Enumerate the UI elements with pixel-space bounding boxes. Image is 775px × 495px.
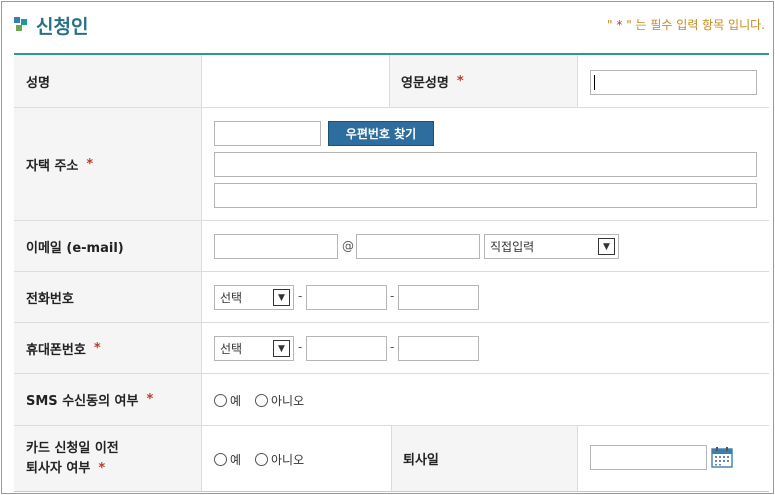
address-line1-input[interactable] <box>214 152 757 177</box>
address-line2-input[interactable] <box>214 183 757 208</box>
email-domain-select[interactable]: 직접입력 ▼ <box>484 234 619 259</box>
postcode-input[interactable] <box>214 121 321 146</box>
row-mobile: 휴대폰번호 * 선택 ▼ - - <box>14 323 769 374</box>
chevron-down-icon: ▼ <box>273 340 290 357</box>
required-note: " * " 는 필수 입력 항목 입니다. <box>607 18 765 32</box>
name-label: 성명 <box>14 55 201 107</box>
row-name: 성명 영문성명 * <box>14 55 769 108</box>
row-address: 자택 주소 * 우편번호 찾기 <box>14 108 769 221</box>
calendar-icon[interactable] <box>711 446 733 468</box>
english-name-input[interactable] <box>590 70 757 95</box>
phone-middle-input[interactable] <box>306 285 387 310</box>
email-id-input[interactable] <box>214 234 338 259</box>
mobile-middle-input[interactable] <box>306 336 387 361</box>
english-name-label: 영문성명 * <box>389 55 577 107</box>
required-star: * <box>146 392 154 407</box>
find-postcode-button[interactable]: 우편번호 찾기 <box>328 121 434 146</box>
resigned-no-radio[interactable]: 아니오 <box>255 451 304 468</box>
required-star: * <box>98 460 106 476</box>
applicant-form-panel: 신청인 " * " 는 필수 입력 항목 입니다. 성명 영문성명 * 자택 주소… <box>1 1 774 494</box>
required-star: * <box>93 340 101 356</box>
page-title: 신청인 <box>36 16 89 38</box>
row-resigned: 카드 신청일 이전 퇴사자 여부 * 예 아니오 퇴사일 <box>14 426 769 492</box>
chevron-down-icon: ▼ <box>273 289 290 306</box>
phone-label: 전화번호 <box>14 272 201 322</box>
email-at-sign: @ <box>342 239 354 253</box>
resign-date-input[interactable] <box>590 445 707 470</box>
sms-yes-radio[interactable]: 예 <box>214 392 241 409</box>
email-domain-input[interactable] <box>356 234 480 259</box>
phone-dash: - <box>390 289 395 303</box>
address-label: 자택 주소 * <box>14 108 201 220</box>
chevron-down-icon: ▼ <box>598 238 615 255</box>
mobile-last-input[interactable] <box>398 336 479 361</box>
mobile-prefix-select[interactable]: 선택 ▼ <box>214 336 294 361</box>
resign-date-label: 퇴사일 <box>391 426 577 491</box>
phone-last-input[interactable] <box>398 285 479 310</box>
sms-no-radio[interactable]: 아니오 <box>255 392 304 409</box>
sms-consent-label: SMS 수신동의 여부 * <box>14 374 201 425</box>
row-sms-consent: SMS 수신동의 여부 * 예 아니오 <box>14 374 769 426</box>
form-header: 신청인 " * " 는 필수 입력 항목 입니다. <box>2 2 773 55</box>
text-cursor <box>594 75 595 90</box>
required-star: * <box>456 73 464 89</box>
resigned-label: 카드 신청일 이전 퇴사자 여부 * <box>14 426 201 491</box>
required-star: * <box>86 156 94 172</box>
phone-area-select[interactable]: 선택 ▼ <box>214 285 294 310</box>
row-email: 이메일 (e-mail) @ 직접입력 ▼ <box>14 221 769 272</box>
mobile-label: 휴대폰번호 * <box>14 323 201 373</box>
mobile-dash: - <box>298 340 303 354</box>
title-bullet-icon <box>14 17 28 31</box>
resigned-yes-radio[interactable]: 예 <box>214 451 241 468</box>
email-label: 이메일 (e-mail) <box>14 221 201 271</box>
mobile-dash: - <box>390 340 395 354</box>
row-phone: 전화번호 선택 ▼ - - <box>14 272 769 323</box>
phone-dash: - <box>298 289 303 303</box>
